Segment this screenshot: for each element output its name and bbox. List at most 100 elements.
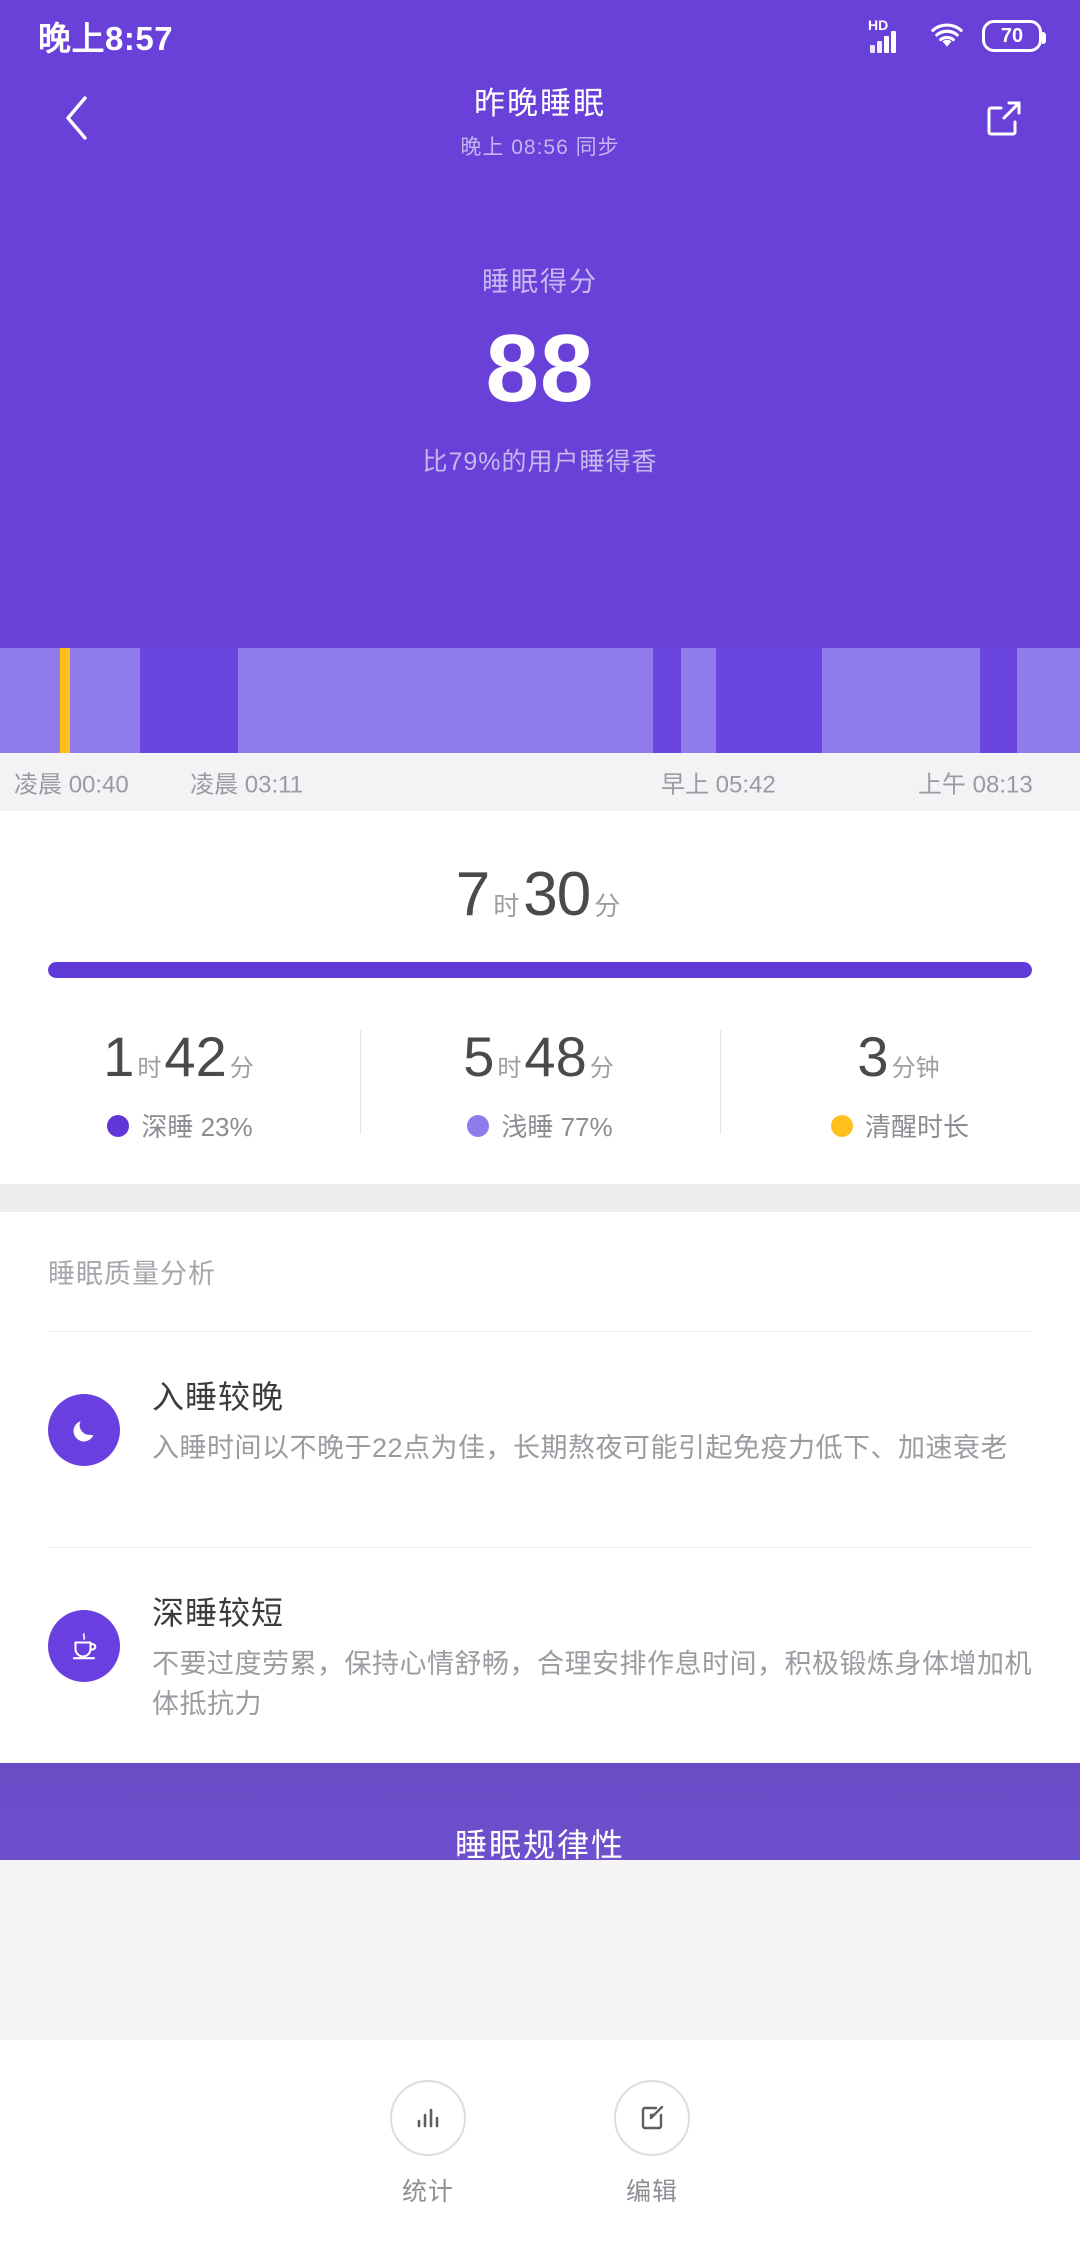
stat-legend: 浅睡 77% <box>467 1107 613 1144</box>
stat-legend: 深睡 23% <box>107 1107 253 1144</box>
stat-value: 5 时 48 分 <box>463 1024 616 1089</box>
sleep-segment-深睡 <box>716 648 822 753</box>
analysis-section-title: 睡眠质量分析 <box>48 1259 216 1289</box>
sleep-progress-track <box>48 962 1032 978</box>
share-icon <box>987 101 1021 136</box>
analysis-tip-late-bedtime[interactable]: 入睡较晚 入睡时间以不晚于22点为佳，长期熬夜可能引起免疫力低下、加速衰老 <box>48 1332 1032 1507</box>
total-sleep-duration: 7 时 30 分 <box>0 859 1080 930</box>
back-button[interactable] <box>46 88 106 148</box>
sleep-segment-浅睡 <box>237 648 654 753</box>
sleep-segment-浅睡 <box>1017 648 1080 753</box>
share-button[interactable] <box>974 88 1034 148</box>
nav-title-group: 昨晚睡眠 晚上 08:56 同步 <box>0 78 1080 161</box>
sleep-segment-深睡 <box>653 648 682 753</box>
deep-sleep-dot <box>107 1114 130 1137</box>
stat-value-minor: 42 <box>164 1025 227 1088</box>
light-sleep-dot <box>467 1114 490 1137</box>
battery-level-label: 70 <box>1000 24 1024 47</box>
edit-label: 编辑 <box>625 2178 678 2206</box>
moon-icon <box>48 1394 120 1466</box>
stat-value-major: 3 <box>857 1025 889 1088</box>
sleep-summary-card: 7 时 30 分 1 时 42 分深睡 23% 5 时 48 分浅睡 77% 3 分钟 清醒时长 <box>0 811 1080 1184</box>
total-hours-value: 7 <box>455 860 490 929</box>
sleep-score-value: 88 <box>485 315 595 422</box>
wifi-icon <box>931 23 963 47</box>
sleep-segment-浅睡 <box>681 648 717 753</box>
stat-legend-label: 清醒时长 <box>864 1112 969 1142</box>
sleep-segment-浅睡 <box>70 648 141 753</box>
total-hours-unit: 时 <box>493 891 520 921</box>
moon-glyph <box>73 1421 94 1442</box>
sleep-timeline-chart[interactable]: 凌晨 00:40 凌晨 03:11 早上 05:42 上午 08:13 <box>0 648 1080 811</box>
timeline-tick-label: 凌晨 03:11 <box>190 771 304 799</box>
sync-status-label: 晚上 08:56 同步 <box>460 136 620 159</box>
status-bar-clock: 晚上8:57 <box>38 20 174 57</box>
signal-bars-glyph <box>870 31 896 53</box>
sleep-segment-清醒 <box>60 648 71 753</box>
stat-unit-major: 时 <box>497 1055 522 1082</box>
tip-description: 不要过度劳累，保持心情舒畅，合理安排作息时间，积极锻炼身体增加机体抵抗力 <box>152 1648 1032 1720</box>
status-bar: 晚上8:57 HD 70 <box>0 0 1080 72</box>
sleep-progress-fill <box>48 962 1032 978</box>
timeline-tick-label: 上午 08:13 <box>918 771 1033 799</box>
hd-badge-label: HD <box>868 17 889 33</box>
statistics-label: 统计 <box>401 2178 454 2206</box>
stat-unit-minor: 分 <box>589 1055 614 1082</box>
bar-chart-icon <box>390 2080 466 2156</box>
stat-value: 1 时 42 分 <box>103 1024 256 1089</box>
tip-body: 入睡较晚 入睡时间以不晚于22点为佳，长期熬夜可能引起免疫力低下、加速衰老 <box>152 1372 1032 1469</box>
signal-bars-icon: HD <box>868 17 912 53</box>
sleep-segment-深睡 <box>140 648 238 753</box>
sleep-score-label: 睡眠得分 <box>482 267 598 297</box>
sleep-regularity-title: 睡眠规律性 <box>454 1826 625 1860</box>
sleep-detail-screen: 晚上8:57 HD 70 昨晚睡眠 晚上 08:56 同步 睡眠得分 88 比7… <box>0 0 1080 2248</box>
status-bar-icons: HD 70 <box>868 17 1046 53</box>
chevron-left-icon <box>66 96 87 140</box>
stat-legend-label: 深睡 23% <box>141 1112 253 1142</box>
stat-unit-major: 时 <box>137 1055 162 1082</box>
stat-legend-label: 浅睡 77% <box>501 1112 613 1142</box>
hero-header: 晚上8:57 HD 70 昨晚睡眠 晚上 08:56 同步 睡眠得分 88 比7… <box>0 0 1080 648</box>
edit-pencil-glyph <box>641 2105 664 2130</box>
sleep-segment-浅睡 <box>821 648 980 753</box>
coffee-cup-glyph <box>72 1632 97 1659</box>
battery-icon: 70 <box>982 20 1046 52</box>
sleep-stage-bar[interactable] <box>0 648 1080 753</box>
awake-dot <box>830 1114 853 1137</box>
nav-bar: 昨晚睡眠 晚上 08:56 同步 <box>0 72 1080 164</box>
timeline-axis: 凌晨 00:40 凌晨 03:11 早上 05:42 上午 08:13 <box>0 753 1080 811</box>
tip-heading: 入睡较晚 <box>152 1379 285 1415</box>
section-divider <box>0 1184 1080 1212</box>
stat-unit-major: 分钟 <box>891 1055 940 1082</box>
sleep-stat-item: 3 分钟清醒时长 <box>720 1024 1080 1144</box>
tip-description: 入睡时间以不晚于22点为佳，长期熬夜可能引起免疫力低下、加速衰老 <box>152 1433 1009 1463</box>
statistics-button[interactable]: 统计 <box>390 2080 466 2208</box>
page-title: 昨晚睡眠 <box>474 86 606 121</box>
bar-chart-glyph <box>417 2108 439 2128</box>
sleep-stat-item: 5 时 48 分浅睡 77% <box>360 1024 720 1144</box>
edit-button[interactable]: 编辑 <box>614 2080 690 2208</box>
sleep-score-comparison: 比79%的用户睡得香 <box>422 447 658 476</box>
tip-heading: 深睡较短 <box>152 1594 285 1631</box>
stat-value-major: 5 <box>463 1025 495 1088</box>
total-minutes-unit: 分 <box>594 891 621 921</box>
sleep-quality-analysis: 睡眠质量分析 入睡较晚 入睡时间以不晚于22点为佳，长期熬夜可能引起免疫力低下、… <box>0 1212 1080 1763</box>
total-minutes-value: 30 <box>523 860 591 929</box>
sleep-regularity-card[interactable]: 睡眠规律性 <box>0 1762 1080 1860</box>
edit-pencil-icon <box>614 2080 690 2156</box>
stat-value: 3 分钟 <box>857 1024 942 1089</box>
stat-legend: 清醒时长 <box>830 1107 969 1144</box>
sleep-stat-item: 1 时 42 分深睡 23% <box>0 1024 360 1144</box>
stat-value-minor: 48 <box>524 1025 587 1088</box>
bottom-action-bar: 统计 编辑 <box>0 2040 1080 2248</box>
coffee-cup-icon <box>48 1609 120 1682</box>
sleep-score-block: 睡眠得分 88 比79%的用户睡得香 <box>0 260 1080 478</box>
sleep-segment-浅睡 <box>0 648 61 753</box>
sleep-stats-row: 1 时 42 分深睡 23% 5 时 48 分浅睡 77% 3 分钟 清醒时长 <box>0 1024 1080 1144</box>
tip-body: 深睡较短 不要过度劳累，保持心情舒畅，合理安排作息时间，积极锻炼身体增加机体抵抗… <box>152 1588 1032 1725</box>
analysis-tip-short-deep-sleep[interactable]: 深睡较短 不要过度劳累，保持心情舒畅，合理安排作息时间，积极锻炼身体增加机体抵抗… <box>48 1548 1032 1763</box>
timeline-tick-label: 早上 05:42 <box>660 771 776 799</box>
stat-unit-minor: 分 <box>229 1055 254 1082</box>
stat-value-major: 1 <box>103 1025 135 1088</box>
sleep-segment-深睡 <box>979 648 1018 753</box>
